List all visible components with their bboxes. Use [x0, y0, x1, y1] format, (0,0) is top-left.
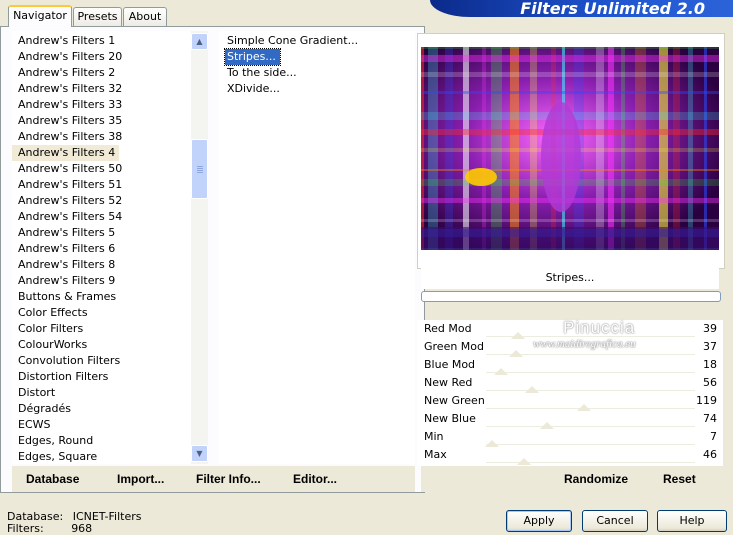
chevron-up-icon: ▲ [196, 37, 203, 46]
category-item[interactable]: Andrew's Filters 52 [12, 193, 126, 209]
preview-image[interactable] [421, 47, 719, 250]
category-item[interactable]: ECWS [12, 417, 55, 433]
category-item[interactable]: Distort [12, 385, 59, 401]
category-item[interactable]: Andrew's Filters 35 [12, 113, 126, 129]
category-item[interactable]: Andrew's Filters 33 [12, 97, 126, 113]
category-item[interactable]: Andrew's Filters 51 [12, 177, 126, 193]
category-item[interactable]: Andrew's Filters 9 [12, 273, 119, 289]
filter-item[interactable]: To the side... [225, 65, 301, 81]
slider-label: Red Mod [424, 322, 472, 335]
stripes-preview-graphic [421, 47, 719, 250]
slider-value: 46 [703, 448, 717, 461]
category-item[interactable]: Andrew's Filters 2 [12, 65, 119, 81]
slider-label: Max [424, 448, 447, 461]
import-button[interactable]: Import... [117, 472, 164, 486]
tab-presets[interactable]: Presets [73, 7, 122, 26]
category-item[interactable]: Andrew's Filters 6 [12, 241, 119, 257]
slider-value: 119 [696, 394, 717, 407]
slider-thumb[interactable] [516, 458, 531, 465]
category-scrollbar[interactable]: ▲ ▼ [191, 31, 208, 464]
category-item[interactable]: Convolution Filters [12, 353, 124, 369]
current-filter-name: Stripes... [545, 271, 595, 284]
database-button[interactable]: Database [26, 472, 79, 486]
slider-track[interactable] [486, 444, 695, 445]
slider-min[interactable]: Min 7 [421, 428, 719, 447]
category-item[interactable]: Color Filters [12, 321, 87, 337]
category-item[interactable]: Distortion Filters [12, 369, 112, 385]
slider-value: 74 [703, 412, 717, 425]
slider-track[interactable] [486, 426, 695, 427]
tab-navigator[interactable]: Navigator [8, 5, 72, 27]
slider-label: New Red [424, 376, 473, 389]
category-item[interactable]: Dégradés [12, 401, 75, 417]
slider-label: New Blue [424, 412, 476, 425]
category-item[interactable]: Color Effects [12, 305, 92, 321]
slider-value: 18 [703, 358, 717, 371]
app-title-banner: Filters Unlimited 2.0 [430, 0, 733, 17]
scroll-down-button[interactable]: ▼ [191, 445, 208, 462]
category-item[interactable]: Andrew's Filters 8 [12, 257, 119, 273]
watermark-name: Pinuccia [563, 318, 636, 337]
category-item[interactable]: Andrew's Filters 50 [12, 161, 126, 177]
scroll-thumb[interactable] [191, 139, 208, 199]
slider-value: 56 [703, 376, 717, 389]
scroll-up-button[interactable]: ▲ [191, 33, 208, 50]
category-item[interactable]: Andrew's Filters 5 [12, 225, 119, 241]
category-item[interactable]: Edges, Round [12, 433, 97, 449]
randomize-button[interactable]: Randomize [564, 472, 628, 486]
filter-info-button[interactable]: Filter Info... [196, 472, 261, 486]
slider-track[interactable] [486, 390, 695, 391]
category-item[interactable]: Andrew's Filters 32 [12, 81, 126, 97]
slider-max[interactable]: Max 46 [421, 446, 719, 465]
category-item[interactable]: Edges, Square [12, 449, 101, 464]
navigator-toolbar: Database Import... Filter Info... Editor… [12, 466, 415, 492]
category-item[interactable]: Buttons & Frames [12, 289, 120, 305]
category-item[interactable]: Andrew's Filters 54 [12, 209, 126, 225]
slider-blue-mod[interactable]: Blue Mod 18 [421, 356, 719, 375]
reset-button[interactable]: Reset [663, 472, 696, 486]
filter-list[interactable]: Simple Cone Gradient... Stripes... To the … [219, 31, 415, 464]
tab-about[interactable]: About [123, 7, 167, 26]
filter-item[interactable]: Stripes... [224, 48, 281, 66]
slider-new-blue[interactable]: New Blue 74 [421, 410, 719, 429]
slider-label: Blue Mod [424, 358, 476, 371]
category-item[interactable]: Andrew's Filters 38 [12, 129, 126, 145]
slider-new-red[interactable]: New Red 56 [421, 374, 719, 393]
slider-track[interactable] [486, 372, 695, 373]
category-item[interactable]: Andrew's Filters 1 [12, 33, 119, 49]
filter-item[interactable]: Simple Cone Gradient... [225, 33, 362, 49]
slider-new-green[interactable]: New Green 119 [421, 392, 719, 411]
slider-label: Green Mod [424, 340, 485, 353]
category-list[interactable]: Andrew's Filters 1 Andrew's Filters 20 And… [12, 31, 191, 464]
category-item[interactable]: Andrew's Filters 20 [12, 49, 126, 65]
editor-button[interactable]: Editor... [293, 472, 337, 486]
watermark-url: www.maidiregrafica.eu [533, 338, 636, 350]
chevron-down-icon: ▼ [196, 449, 203, 458]
category-item[interactable]: Andrew's Filters 4 [12, 145, 120, 161]
slider-label: New Green [424, 394, 485, 407]
slider-label: Min [424, 430, 444, 443]
parameter-toolbar: Randomize Reset [421, 466, 719, 492]
slider-value: 7 [710, 430, 717, 443]
filter-item[interactable]: XDivide... [225, 81, 284, 97]
slider-value: 37 [703, 340, 717, 353]
category-item[interactable]: ColourWorks [12, 337, 91, 353]
slider-value: 39 [703, 322, 717, 335]
progress-bar [421, 291, 721, 302]
filter-name-field: Stripes... [421, 267, 719, 289]
